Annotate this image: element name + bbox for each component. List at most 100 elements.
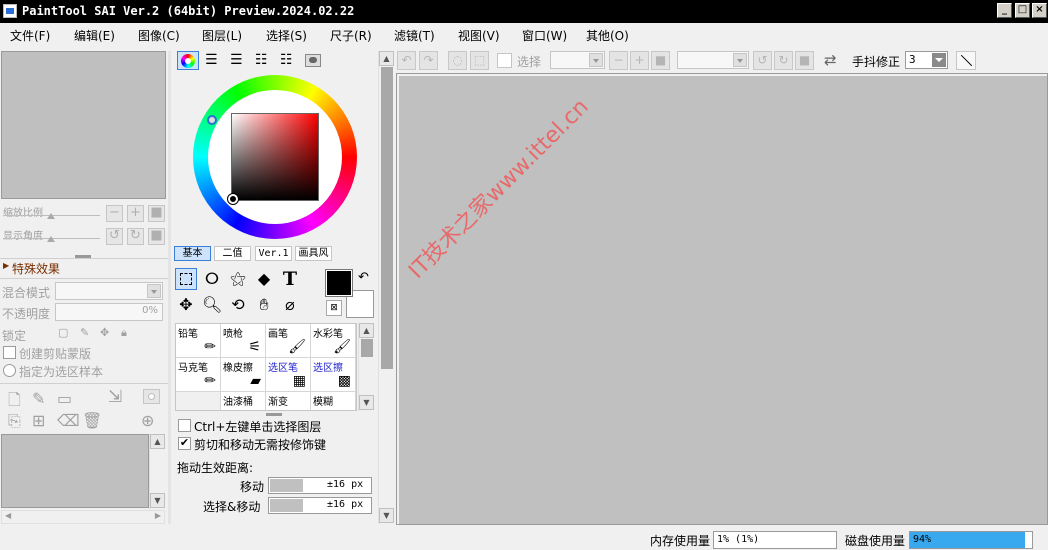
zoom-out-button[interactable]: − [106,205,123,222]
redo-button[interactable]: ↷ [419,51,438,70]
clip-mask-checkbox[interactable] [3,346,16,359]
scroll-up-arrow[interactable]: ▲ [150,434,165,449]
special-effects-header[interactable]: 特殊效果 [12,260,60,277]
trash-icon[interactable]: 🗑︎ [82,411,102,430]
rotate-left-tb-button[interactable]: ↺ [753,51,772,70]
scroll-down-arrow[interactable]: ▼ [150,493,165,508]
new-folder-icon[interactable]: ▭ [57,389,72,408]
cut-move-checkbox[interactable]: ✔ [178,437,191,450]
scroll-thumb[interactable] [381,67,393,369]
ctrl-click-checkbox[interactable] [178,419,191,432]
selection-mode-select[interactable] [550,51,605,69]
menu-window[interactable]: 窗口(W) [522,27,567,44]
lock-move-icon[interactable]: ✥ [100,326,109,339]
rectangle-select-tool[interactable] [175,268,197,290]
menu-file[interactable]: 文件(F) [10,27,50,44]
expand-arrow-icon[interactable]: ▶ [3,261,9,270]
layer-list[interactable] [1,434,149,508]
invert-selection-button[interactable]: ⬚ [470,51,489,70]
brush-grid-scrollbar[interactable]: ▲ ▼ [358,323,374,411]
navigator-preview[interactable] [1,51,166,199]
move-tool[interactable]: ✥ [175,294,197,316]
tab-basic[interactable]: 基本 [174,246,211,261]
menu-select[interactable]: 选择(S) [266,27,307,44]
minimize-button[interactable]: _ [997,3,1012,18]
menu-image[interactable]: 图像(C) [138,27,180,44]
zoom-reset-tb-button[interactable]: ■ [651,51,670,70]
shape-tool[interactable]: ◆ [253,268,275,290]
add-mask-icon[interactable]: ⊕ [141,411,154,430]
middle-panel-scrollbar[interactable]: ▲ ▼ [378,51,394,524]
menu-other[interactable]: 其他(O) [586,27,629,44]
brush-eraser[interactable]: 橡皮擦 ▰ [221,358,266,392]
scroll-down-arrow[interactable]: ▼ [359,395,374,410]
rotate-right-button[interactable]: ↻ [127,228,144,245]
hsv-slider-mode-icon[interactable]: ☰ [230,52,243,68]
scroll-up-arrow[interactable]: ▲ [379,51,394,66]
rotate-reset-button[interactable]: ■ [148,228,165,245]
scroll-up-arrow[interactable]: ▲ [359,323,374,338]
eyedropper-tool[interactable]: ⌀ [279,294,301,316]
zoom-slider-handle[interactable] [47,213,55,219]
tab-painter[interactable]: 画具风 [295,246,332,261]
opacity-slider[interactable]: 0% [55,303,163,321]
merge-down-icon[interactable]: ⊞ [32,411,45,430]
angle-slider-handle[interactable] [47,236,55,242]
selection-checkbox[interactable] [497,53,512,68]
flip-horizontal-icon[interactable]: ⇄ [824,51,837,69]
brush-marker[interactable]: 马克笔 ✏︎ [176,358,221,392]
transparent-color-icon[interactable]: ⊠ [326,300,342,316]
text-tool[interactable]: T [279,268,301,290]
tab-binary[interactable]: 二值 [214,246,251,261]
intermediate-color-icon[interactable]: ☷ [255,52,268,68]
scratchpad-mode-icon[interactable] [305,54,321,67]
blend-mode-select[interactable] [55,282,163,300]
panel-splitter-handle[interactable] [266,413,282,416]
rotate-left-button[interactable]: ↺ [106,228,123,245]
hue-selector-handle[interactable] [207,115,217,125]
menu-view[interactable]: 视图(V) [458,27,500,44]
deselect-button[interactable]: ◌ [448,51,467,70]
swatch-mode-icon[interactable]: ☷ [280,52,293,68]
hand-tool[interactable]: ✋︎ [253,294,275,316]
rgb-slider-mode-icon[interactable]: ☰ [205,52,218,68]
lasso-tool[interactable]: ⵔ [201,268,223,290]
brush-pencil[interactable]: 铅笔 ✏︎ [176,324,221,358]
scroll-down-arrow[interactable]: ▼ [379,508,394,523]
menu-layer[interactable]: 图层(L) [202,27,242,44]
layer-list-hscrollbar[interactable]: ◀ ▶ [1,510,165,524]
new-vector-layer-icon[interactable]: ✎ [32,389,45,408]
zoom-reset-button[interactable]: ■ [148,205,165,222]
zoom-in-tb-button[interactable]: + [630,51,649,70]
lock-paint-icon[interactable]: ✎ [80,326,89,339]
rotate-reset-tb-button[interactable]: ■ [795,51,814,70]
zoom-in-button[interactable]: + [127,205,144,222]
clear-layer-icon[interactable]: ⌫ [57,411,80,430]
brush-select-pen[interactable]: 选区笔 ▦ [266,358,311,392]
scroll-thumb[interactable] [361,339,373,357]
brush-brush[interactable]: 画笔 🖌︎ [266,324,311,358]
mask-icon[interactable] [143,389,160,404]
tab-ver1[interactable]: Ver.1 [255,246,292,261]
menu-filter[interactable]: 滤镜(T) [394,27,435,44]
line-tool-button[interactable] [956,51,976,70]
swap-colors-icon[interactable]: ↶ [358,270,369,285]
sv-selector-handle[interactable] [228,194,238,204]
select-move-distance-slider[interactable]: ±16 px [268,497,372,514]
rotate-right-tb-button[interactable]: ↻ [774,51,793,70]
brush-bucket[interactable]: 油漆桶 [221,392,266,410]
saturation-value-square[interactable] [231,113,319,201]
copy-layer-icon[interactable]: ⎘ [8,411,21,431]
close-button[interactable]: × [1032,3,1047,18]
zoom-tool[interactable]: 🔍︎ [201,294,223,316]
undo-button[interactable]: ↶ [397,51,416,70]
apply-layer-icon[interactable]: ⇲ [108,387,122,407]
lock-transparency-icon[interactable]: ▢ [58,326,68,339]
move-distance-slider[interactable]: ±16 px [268,477,372,494]
menu-edit[interactable]: 编辑(E) [74,27,115,44]
brush-blur[interactable]: 模糊 [311,392,356,410]
zoom-out-tb-button[interactable]: − [609,51,628,70]
maximize-button[interactable]: □ [1015,3,1030,18]
brush-airbrush[interactable]: 喷枪 ⚟ [221,324,266,358]
panel-splitter[interactable] [168,51,171,524]
